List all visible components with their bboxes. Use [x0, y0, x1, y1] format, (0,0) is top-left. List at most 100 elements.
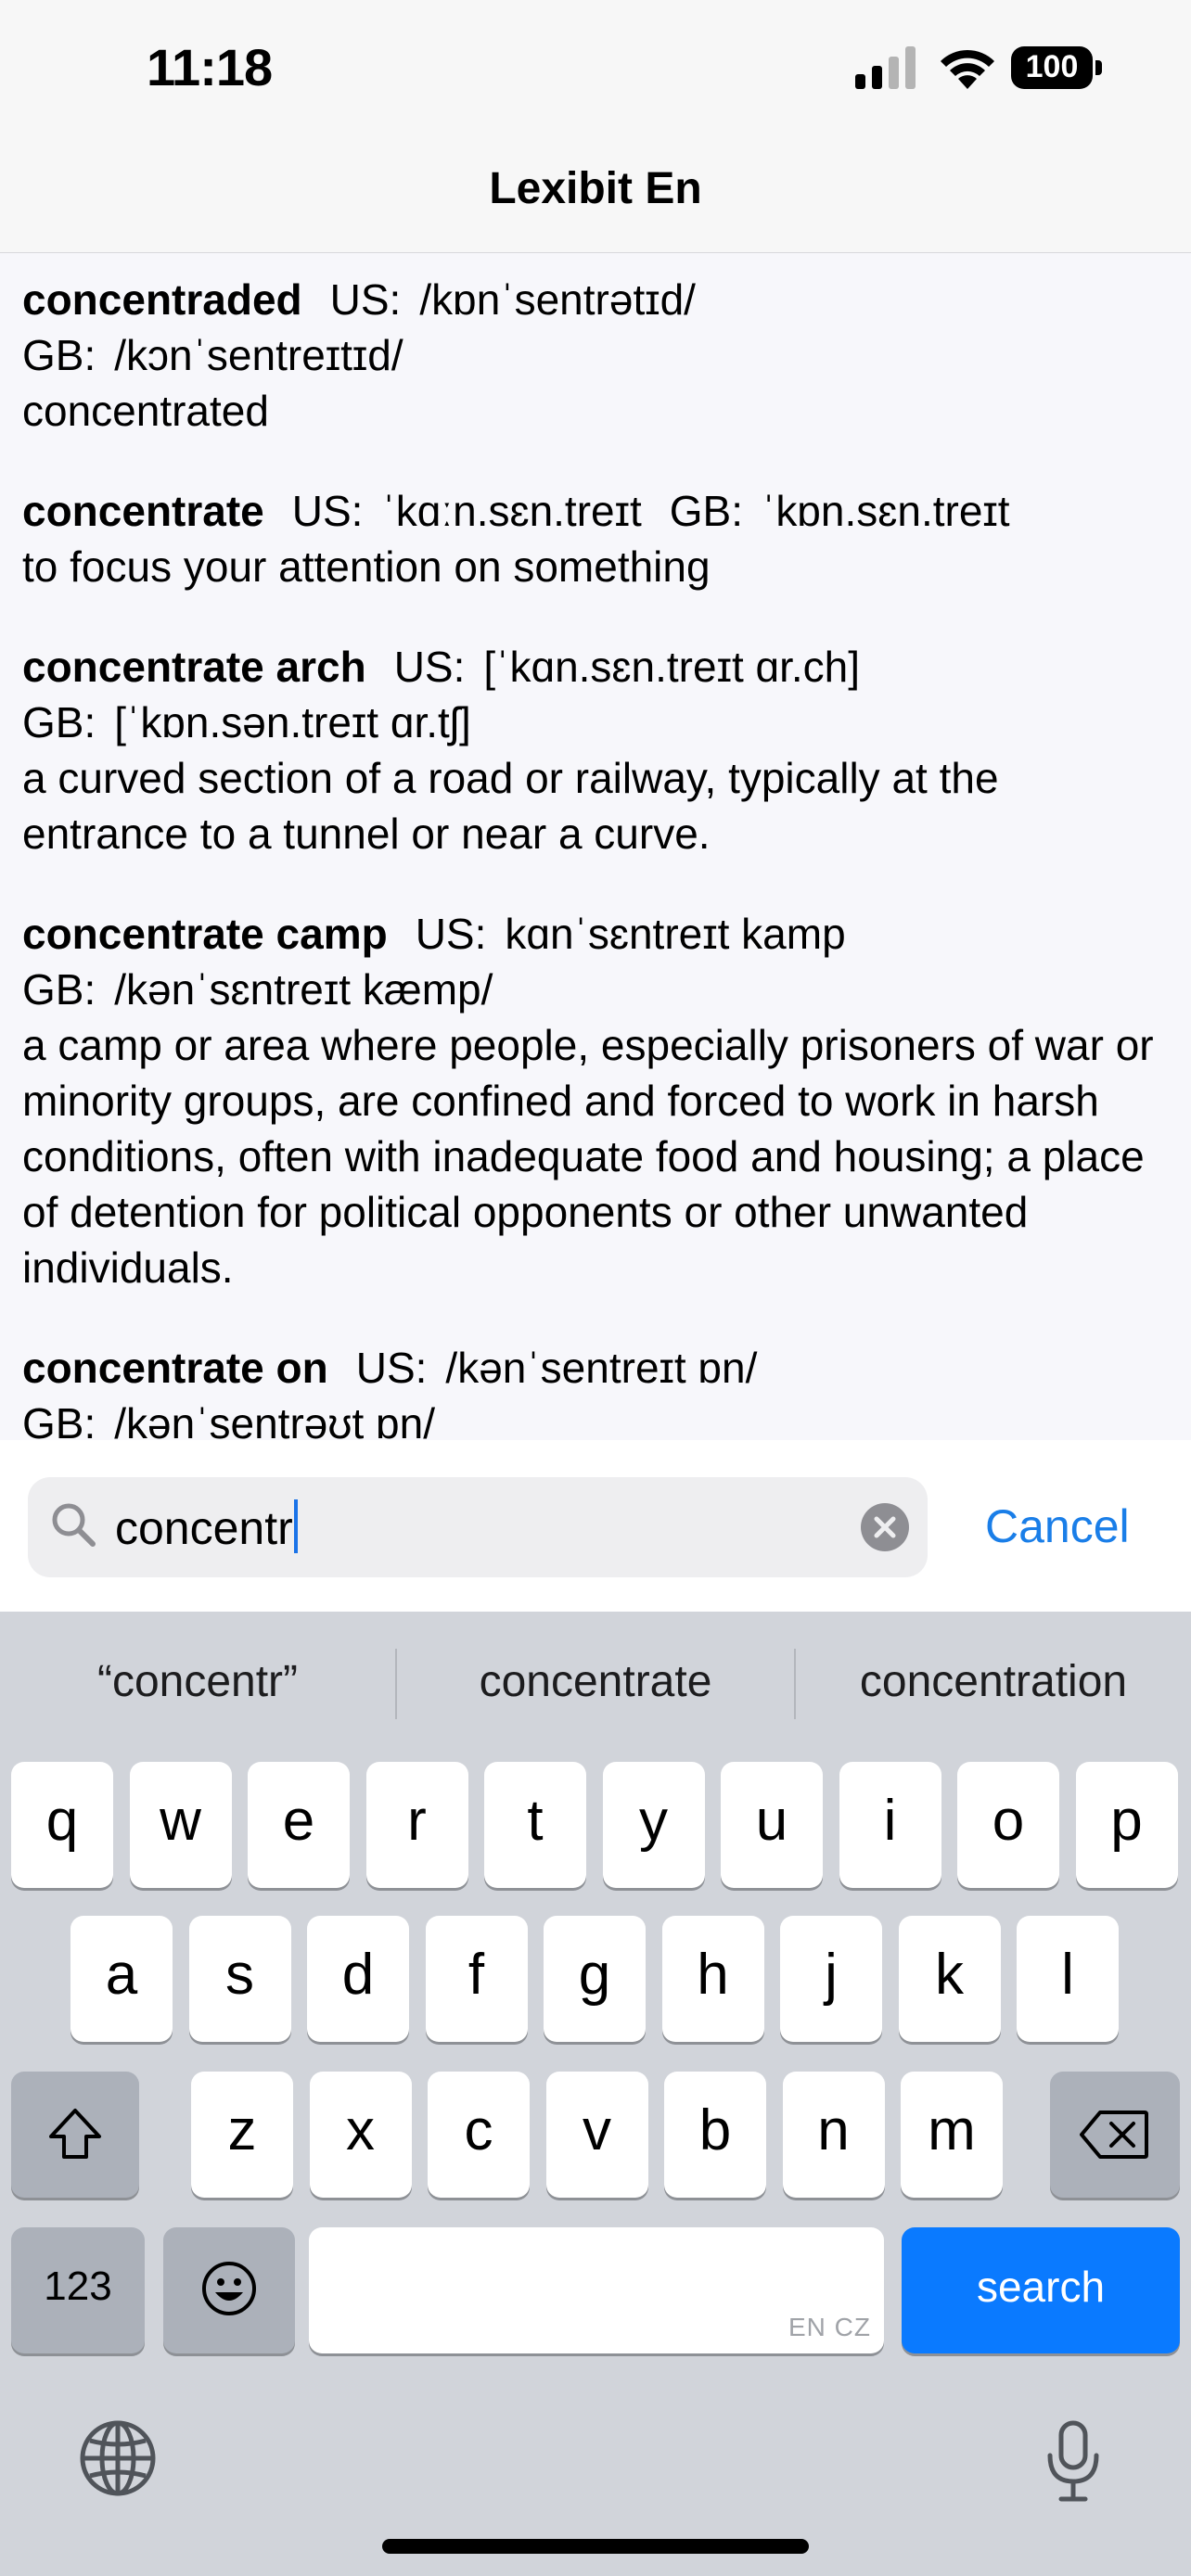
pronunciation-label: GB:: [669, 487, 744, 535]
pronunciation-label: US:: [415, 910, 487, 958]
wifi-icon: [941, 49, 994, 89]
key-d[interactable]: d: [307, 1916, 409, 2042]
emoji-key[interactable]: [163, 2227, 295, 2353]
key-b[interactable]: b: [664, 2072, 766, 2198]
clear-icon: [874, 1516, 896, 1538]
pronunciation-value: [ˈkɑn.sɛn.treɪt ɑr.ch]: [483, 643, 861, 691]
headword: concentraded: [22, 275, 302, 324]
definition: a curved section of a road or railway, t…: [22, 754, 999, 858]
pronunciation-value: /kɔnˈsentreɪtɪd/: [114, 331, 403, 379]
pronunciation-line: GB: [ˈkɒn.sən.treɪt ɑr.tʃ]: [22, 695, 1169, 750]
battery-icon: 100: [1011, 46, 1106, 91]
delete-icon: [1080, 2111, 1148, 2159]
key-f[interactable]: f: [425, 1916, 528, 2042]
suggestion-bar: “concentr” concentrate concentration: [0, 1612, 1191, 1760]
pronunciation-value: /kɒnˈsentrətɪd/: [419, 275, 696, 324]
key-r[interactable]: r: [365, 1762, 468, 1888]
key-o[interactable]: o: [957, 1762, 1059, 1888]
page-title: Lexibit En: [489, 164, 702, 213]
pronunciation-label: GB:: [22, 965, 96, 1014]
key-y[interactable]: y: [602, 1762, 705, 1888]
key-a[interactable]: a: [70, 1916, 173, 2042]
text-cursor: [293, 1499, 298, 1553]
numbers-key[interactable]: 123: [11, 2227, 145, 2353]
definition: to focus your attention on something: [22, 542, 711, 591]
results-list[interactable]: concentraded US: /kɒnˈsentrətɪd/GB: /kɔnˈse…: [0, 253, 1191, 1440]
cancel-button[interactable]: Cancel: [985, 1499, 1130, 1553]
pronunciation-value: /kənˈsentreɪt ɒn/: [445, 1344, 758, 1392]
headword: concentrate camp: [22, 910, 388, 958]
pronunciation-line: concentraded US: /kɒnˈsentrətɪd/: [22, 272, 1169, 327]
shift-icon: [49, 2109, 101, 2159]
pronunciation-label: US:: [329, 275, 402, 324]
pronunciation-label: US:: [355, 1344, 428, 1392]
emoji-icon: [202, 2262, 256, 2315]
dictionary-entry[interactable]: concentrate camp US: kɑnˈsɛntreɪt kamp GB: /…: [22, 906, 1169, 1295]
suggestion-item[interactable]: “concentr”: [0, 1656, 395, 1707]
pronunciation-label: GB:: [22, 698, 96, 746]
pronunciation-line: concentrate US: ˈkɑːn.sɛn.treɪt GB: ˈkɒn.sɛn…: [22, 483, 1169, 539]
pronunciation-line: GB: /kənˈsɛntreɪt kæmp/: [22, 962, 1169, 1017]
key-z[interactable]: z: [191, 2072, 293, 2198]
key-k[interactable]: k: [898, 1916, 1001, 2042]
search-query: concentr: [115, 1502, 293, 1554]
dictionary-entry[interactable]: concentraded US: /kɒnˈsentrətɪd/GB: /kɔnˈse…: [22, 272, 1169, 439]
search-key[interactable]: search: [902, 2227, 1180, 2353]
microphone-icon[interactable]: [1044, 2420, 1102, 2504]
dictionary-entry[interactable]: concentrate US: ˈkɑːn.sɛn.treɪt GB: ˈkɒn.sɛn…: [22, 483, 1169, 594]
suggestion-item[interactable]: concentration: [796, 1656, 1191, 1707]
key-m[interactable]: m: [901, 2072, 1003, 2198]
pronunciation-label: US:: [393, 643, 466, 691]
key-w[interactable]: w: [129, 1762, 232, 1888]
pronunciation-line: concentrate arch US: [ˈkɑn.sɛn.treɪt ɑr.ch…: [22, 639, 1169, 695]
dictionary-entry[interactable]: concentrate arch US: [ˈkɑn.sɛn.treɪt ɑr.ch…: [22, 639, 1169, 861]
key-c[interactable]: c: [428, 2072, 530, 2198]
pronunciation-line: GB: /kɔnˈsentreɪtɪd/: [22, 327, 1169, 383]
pronunciation-label: GB:: [22, 331, 96, 379]
home-indicator[interactable]: [382, 2539, 809, 2554]
globe-icon[interactable]: [78, 2418, 158, 2498]
key-h[interactable]: h: [661, 1916, 764, 2042]
key-x[interactable]: x: [309, 2072, 412, 2198]
delete-key[interactable]: [1050, 2072, 1180, 2198]
clear-text-button[interactable]: [861, 1503, 909, 1551]
key-s[interactable]: s: [188, 1916, 291, 2042]
key-e[interactable]: e: [248, 1762, 350, 1888]
headword: concentrate: [22, 487, 264, 535]
headword: concentrate arch: [22, 643, 366, 691]
definition: a camp or area where people, especially …: [22, 1021, 1154, 1292]
pronunciation-line: GB: /kənˈsentrəʊt ɒn/: [22, 1396, 1169, 1440]
key-u[interactable]: u: [721, 1762, 823, 1888]
key-i[interactable]: i: [839, 1762, 941, 1888]
pronunciation-value: /kənˈsentrəʊt ɒn/: [114, 1399, 436, 1440]
pronunciation-value: ˈkɑːn.sɛn.treɪt: [381, 487, 642, 535]
pronunciation-line: concentrate camp US: kɑnˈsɛntreɪt kamp: [22, 906, 1169, 962]
key-p[interactable]: p: [1075, 1762, 1178, 1888]
key-g[interactable]: g: [544, 1916, 646, 2042]
key-t[interactable]: t: [484, 1762, 586, 1888]
cellular-signal-icon: [855, 46, 916, 89]
key-j[interactable]: j: [780, 1916, 882, 2042]
headword: concentrate on: [22, 1344, 328, 1392]
keyboard-language-hint: EN CZ: [788, 2313, 871, 2341]
status-bar: 11:18 100: [0, 0, 1191, 139]
search-input[interactable]: concentr: [28, 1477, 928, 1577]
space-key[interactable]: EN CZ: [309, 2227, 884, 2353]
dictionary-entry[interactable]: concentrate on US: /kənˈsentreɪt ɒn/GB: /kə…: [22, 1340, 1169, 1440]
shift-key[interactable]: [11, 2072, 139, 2198]
search-bar: concentr Cancel: [0, 1440, 1191, 1612]
key-q[interactable]: q: [11, 1762, 113, 1888]
key-n[interactable]: n: [782, 2072, 885, 2198]
pronunciation-value: ˈkɒn.sɛn.treɪt: [762, 487, 1010, 535]
pronunciation-value: kɑnˈsɛntreɪt kamp: [505, 910, 846, 958]
keyboard: “concentr” concentrate concentration qwe…: [0, 1612, 1191, 2576]
battery-level: 100: [1025, 49, 1079, 84]
suggestion-item[interactable]: concentrate: [397, 1656, 794, 1707]
pronunciation-value: [ˈkɒn.sən.treɪt ɑr.tʃ]: [114, 698, 471, 746]
definition: concentrated: [22, 387, 269, 435]
pronunciation-label: GB:: [22, 1399, 96, 1440]
search-icon: [52, 1503, 96, 1547]
pronunciation-line: concentrate on US: /kənˈsentreɪt ɒn/: [22, 1340, 1169, 1396]
key-l[interactable]: l: [1017, 1916, 1119, 2042]
key-v[interactable]: v: [545, 2072, 648, 2198]
